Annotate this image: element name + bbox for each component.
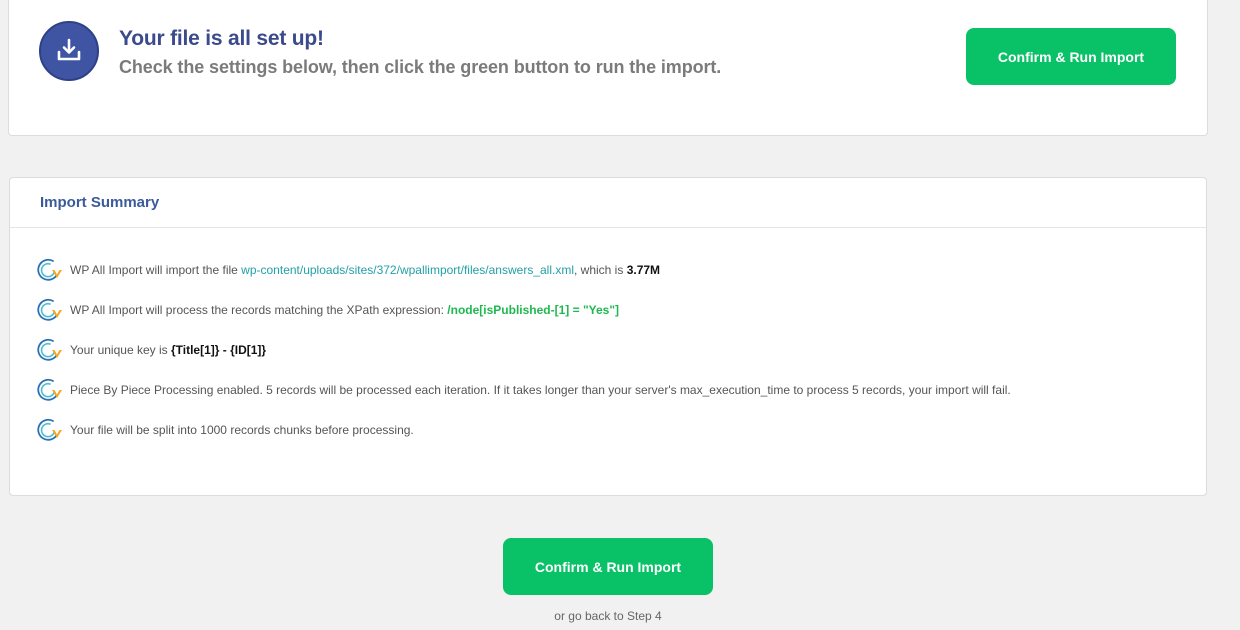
summary-item-piece-by-piece: Piece By Piece Processing enabled. 5 rec… (34, 376, 1011, 404)
page-subtitle: Check the settings below, then click the… (119, 57, 722, 77)
summary-item-unique-key: Your unique key is {Title[1]} - {ID[1]} (34, 336, 1011, 364)
wp-all-import-logo-icon (37, 298, 62, 321)
confirm-run-import-button-top[interactable]: Confirm & Run Import (966, 28, 1176, 85)
summary-item-file: WP All Import will import the file wp-co… (34, 256, 1011, 284)
file-path-link[interactable]: wp-content/uploads/sites/372/wpallimport… (241, 263, 574, 277)
file-size: 3.77M (626, 263, 661, 277)
unique-key: {Title[1]} - {ID[1]} (170, 343, 267, 357)
import-summary-card: Import Summary WP All Import will import… (9, 177, 1207, 496)
page-title: Your file is all set up! (119, 27, 324, 50)
wp-all-import-logo-icon (37, 338, 62, 361)
summary-list: WP All Import will import the file wp-co… (34, 256, 1011, 456)
summary-item-text: WP All Import will import the file wp-co… (70, 263, 661, 277)
xpath-expression: /node[isPublished-[1] = "Yes"] (447, 303, 620, 317)
summary-header: Import Summary (10, 178, 1206, 228)
summary-item-split: Your file will be split into 1000 record… (34, 416, 1011, 444)
summary-item-text: Piece By Piece Processing enabled. 5 rec… (70, 383, 1011, 397)
wp-all-import-logo-icon (37, 418, 62, 441)
back-to-step-link[interactable]: or go back to Step 4 (0, 609, 1216, 623)
summary-item-xpath: WP All Import will process the records m… (34, 296, 1011, 324)
import-confirm-page: Your file is all set up! Check the setti… (0, 0, 1240, 630)
ready-card: Your file is all set up! Check the setti… (8, 0, 1208, 136)
summary-item-text: WP All Import will process the records m… (70, 303, 620, 317)
confirm-run-import-button-bottom[interactable]: Confirm & Run Import (503, 538, 713, 595)
summary-item-text: Your file will be split into 1000 record… (70, 423, 414, 437)
summary-title: Import Summary (40, 194, 160, 211)
wp-all-import-logo-icon (37, 378, 62, 401)
download-tray-icon (39, 21, 99, 81)
wp-all-import-logo-icon (37, 258, 62, 281)
summary-item-text: Your unique key is {Title[1]} - {ID[1]} (70, 343, 267, 357)
